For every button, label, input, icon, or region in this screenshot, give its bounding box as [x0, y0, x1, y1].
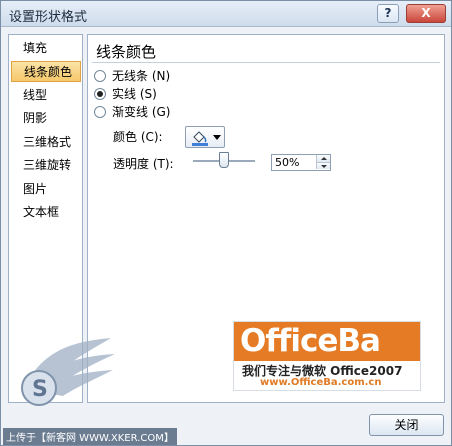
sidebar-item-line-color[interactable]: 线条颜色 [11, 61, 81, 82]
sidebar-item-3d-rotation[interactable]: 三维旋转 [11, 155, 81, 176]
option-gradient-line-label: 渐变线 (G) [112, 105, 171, 119]
svg-text:S: S [32, 377, 48, 402]
transparency-slider-thumb[interactable] [219, 152, 229, 168]
close-button[interactable]: 关闭 [369, 414, 444, 436]
sidebar-item-text-box[interactable]: 文本框 [11, 202, 81, 223]
sidebar-item-shadow[interactable]: 阴影 [11, 108, 81, 129]
option-no-line[interactable]: 无线条 (N) [94, 67, 170, 85]
line-color-panel: 线条颜色 无线条 (N) 实线 (S) 渐变线 (G) 颜色 (C): 透明度 … [87, 34, 445, 403]
watermark-url: www.OfficeBa.com.cn [260, 377, 382, 388]
line-color-picker[interactable] [185, 126, 225, 148]
format-shape-dialog: 设置形状格式 ? X 填充 线条颜色 线型 阴影 三维格式 三维旋转 图片 文本… [0, 0, 452, 446]
option-no-line-label: 无线条 (N) [112, 69, 171, 83]
sidebar-item-3d-format[interactable]: 三维格式 [11, 132, 81, 153]
transparency-value[interactable]: 50% [275, 156, 299, 169]
dialog-title: 设置形状格式 [9, 10, 88, 25]
spin-up-button[interactable] [316, 155, 330, 162]
help-button[interactable]: ? [377, 4, 399, 23]
radio-solid-line[interactable] [94, 88, 106, 100]
watermark-bottom-text: 上传于【新客网 WWW.XKER.COM】 [3, 428, 177, 445]
sidebar-item-line-style[interactable]: 线型 [11, 85, 81, 106]
chevron-down-icon [213, 135, 221, 140]
close-window-button[interactable]: X [406, 4, 446, 23]
transparency-label: 透明度 (T): [113, 157, 174, 171]
panel-heading: 线条颜色 [96, 43, 157, 61]
transparency-spinbox[interactable]: 50% [271, 154, 331, 171]
officeba-watermark: OfficeBa 我们专注与微软 Office2007 www.OfficeBa… [233, 321, 421, 391]
option-gradient-line[interactable]: 渐变线 (G) [94, 103, 170, 121]
heading-divider [92, 62, 440, 63]
radio-gradient-line[interactable] [94, 106, 106, 118]
radio-no-line[interactable] [94, 70, 106, 82]
color-label: 颜色 (C): [113, 130, 163, 144]
spin-down-button[interactable] [316, 162, 330, 169]
xker-wing-logo-icon: S [21, 338, 115, 406]
sidebar-item-fill[interactable]: 填充 [11, 38, 81, 59]
option-solid-line[interactable]: 实线 (S) [94, 85, 157, 103]
watermark-brand: OfficeBa [240, 323, 381, 359]
sidebar-item-picture[interactable]: 图片 [11, 179, 81, 200]
title-bar[interactable]: 设置形状格式 ? X [1, 1, 451, 27]
option-solid-line-label: 实线 (S) [112, 87, 157, 101]
paint-bucket-icon [192, 131, 208, 146]
watermark-banner: OfficeBa [234, 322, 420, 361]
